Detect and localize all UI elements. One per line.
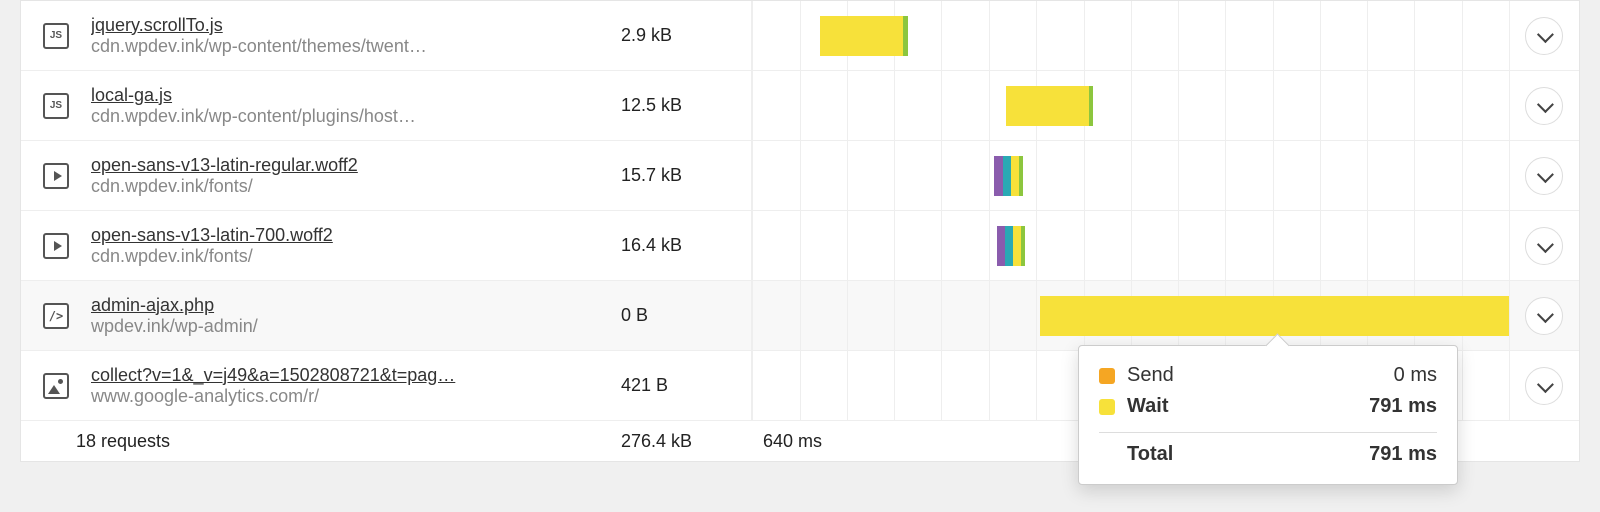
chevron-down-icon [1537, 166, 1554, 183]
chevron-down-icon [1537, 236, 1554, 253]
image-file-icon [43, 373, 69, 399]
swatch-wait [1099, 399, 1115, 415]
timing-bar-yellow [820, 16, 903, 56]
request-row[interactable]: open-sans-v13-latin-regular.woff2cdn.wpd… [21, 141, 1579, 211]
tooltip-total-value: 791 ms [1369, 443, 1437, 466]
tooltip-send-value: 0 ms [1394, 364, 1437, 387]
waterfall-cell[interactable] [751, 141, 1509, 210]
tooltip-wait-label: Wait [1127, 395, 1369, 418]
expand-button[interactable] [1525, 157, 1563, 195]
request-row[interactable]: JS local-ga.jscdn.wpdev.ink/wp-content/pl… [21, 71, 1579, 141]
request-path: cdn.wpdev.ink/fonts/ [91, 246, 611, 267]
tooltip-wait-value: 791 ms [1369, 395, 1437, 418]
timing-bar-green [1021, 226, 1025, 266]
timing-bar-teal [1005, 226, 1013, 266]
request-size: 15.7 kB [621, 165, 751, 186]
timing-bar-green [903, 16, 908, 56]
request-size: 16.4 kB [621, 235, 751, 256]
request-row[interactable]: open-sans-v13-latin-700.woff2cdn.wpdev.i… [21, 211, 1579, 281]
waterfall-cell[interactable] [751, 71, 1509, 140]
request-path: cdn.wpdev.ink/wp-content/themes/twent… [91, 36, 611, 57]
expand-button[interactable] [1525, 227, 1563, 265]
font-file-icon [43, 163, 69, 189]
summary-size: 276.4 kB [621, 431, 751, 452]
chevron-down-icon [1537, 26, 1554, 43]
js-file-icon: JS [43, 93, 69, 119]
code-file-icon [43, 303, 69, 329]
request-row[interactable]: JS jquery.scrollTo.jscdn.wpdev.ink/wp-con… [21, 1, 1579, 71]
summary-time: 640 ms [751, 431, 822, 452]
timing-bar-yellow [1040, 296, 1509, 336]
timing-tooltip: Send 0 ms Wait 791 ms Total 791 ms [1078, 345, 1458, 485]
waterfall-cell[interactable] [751, 281, 1509, 350]
expand-button[interactable] [1525, 367, 1563, 405]
waterfall-cell[interactable] [751, 211, 1509, 280]
request-name[interactable]: local-ga.js [91, 85, 611, 106]
timing-bar-teal [1003, 156, 1011, 196]
request-path: www.google-analytics.com/r/ [91, 386, 611, 407]
request-path: cdn.wpdev.ink/fonts/ [91, 176, 611, 197]
summary-requests: 18 requests [21, 431, 621, 452]
timing-bar-yellow [1013, 226, 1021, 266]
chevron-down-icon [1537, 306, 1554, 323]
timing-bar-green [1019, 156, 1023, 196]
js-file-icon: JS [43, 23, 69, 49]
request-name[interactable]: open-sans-v13-latin-regular.woff2 [91, 155, 611, 176]
expand-button[interactable] [1525, 87, 1563, 125]
swatch-send [1099, 368, 1115, 384]
timing-bar-yellow [1006, 86, 1089, 126]
timing-bar-purple [994, 156, 1002, 196]
expand-button[interactable] [1525, 17, 1563, 55]
timing-bar-green [1089, 86, 1094, 126]
request-name[interactable]: collect?v=1&_v=j49&a=1502808721&t=pag… [91, 365, 611, 386]
waterfall-cell[interactable] [751, 1, 1509, 70]
expand-button[interactable] [1525, 297, 1563, 335]
tooltip-send-label: Send [1127, 364, 1394, 387]
request-name[interactable]: admin-ajax.php [91, 295, 611, 316]
request-size: 2.9 kB [621, 25, 751, 46]
request-name[interactable]: open-sans-v13-latin-700.woff2 [91, 225, 611, 246]
font-file-icon [43, 233, 69, 259]
timing-bar-purple [997, 226, 1005, 266]
network-waterfall-panel: JSjquery.scrollTo.jscdn.wpdev.ink/wp-con… [20, 0, 1580, 462]
request-row[interactable]: admin-ajax.phpwpdev.ink/wp-admin/0 B [21, 281, 1579, 351]
request-size: 12.5 kB [621, 95, 751, 116]
request-path: wpdev.ink/wp-admin/ [91, 316, 611, 337]
request-size: 421 B [621, 375, 751, 396]
chevron-down-icon [1537, 376, 1554, 393]
chevron-down-icon [1537, 96, 1554, 113]
request-size: 0 B [621, 305, 751, 326]
request-path: cdn.wpdev.ink/wp-content/plugins/host… [91, 106, 611, 127]
timing-bar-yellow [1011, 156, 1019, 196]
request-name[interactable]: jquery.scrollTo.js [91, 15, 611, 36]
tooltip-total-label: Total [1127, 443, 1369, 466]
